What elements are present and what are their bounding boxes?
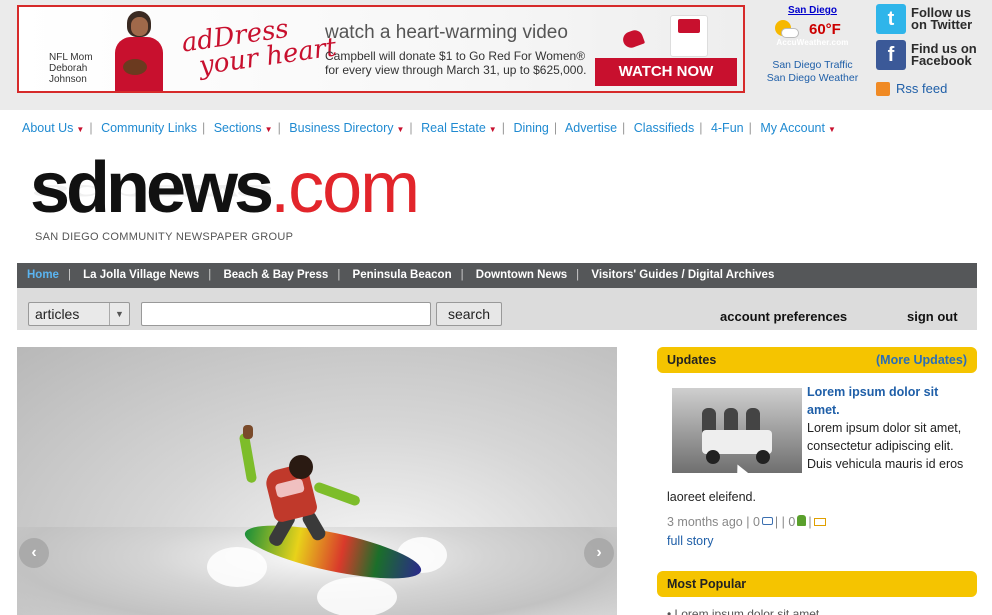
like-count[interactable]: 0: [788, 515, 795, 529]
nav-4-fun[interactable]: 4-Fun: [711, 121, 744, 135]
weather-link[interactable]: San Diego Weather: [765, 72, 860, 85]
updates-title: Updates: [667, 353, 717, 367]
full-story-link[interactable]: full story: [667, 534, 714, 548]
temperature: 60°F: [809, 21, 841, 38]
email-icon[interactable]: [813, 518, 826, 526]
story-thumbnail[interactable]: [672, 388, 802, 473]
nav-community-links[interactable]: Community Links: [101, 121, 197, 135]
nav-sections[interactable]: Sections ▼: [214, 121, 273, 135]
top-nav-links: About Us ▼ | Community Links | Sections ▼ | B…: [22, 121, 836, 135]
cloud-icon: [781, 28, 799, 38]
previous-slide-icon[interactable]: ‹: [19, 538, 49, 568]
sign-out-link[interactable]: sign out: [907, 309, 958, 324]
site-logo[interactable]: sdnews.com: [30, 148, 420, 228]
next-slide-icon[interactable]: ›: [584, 538, 614, 568]
nav-business-directory[interactable]: Business Directory ▼: [289, 121, 404, 135]
ad-headline: watch a heart-warming video: [325, 22, 568, 43]
story-excerpt-tail: laoreet eleifend.: [667, 490, 756, 504]
tab-la-jolla-village-news[interactable]: La Jolla Village News: [83, 269, 199, 281]
rss-icon: [876, 82, 890, 96]
advertisement-banner[interactable]: NFL Mom Deborah Johnson adDress your hea…: [17, 5, 745, 93]
ad-nfl-caption: NFL Mom Deborah Johnson: [49, 52, 93, 85]
nav-classifieds[interactable]: Classifieds: [634, 121, 694, 135]
account-preferences-link[interactable]: account preferences: [720, 309, 847, 324]
site-tagline: SAN DIEGO COMMUNITY NEWSPAPER GROUP: [35, 231, 294, 243]
story-time: 3 months ago: [667, 515, 743, 529]
weather-widget[interactable]: San Diego 60°F AccuWeather.com San Diego…: [765, 5, 860, 85]
watch-now-button[interactable]: WATCH NOW: [595, 58, 737, 86]
dropdown-arrow-icon: ▼: [827, 125, 836, 134]
mouse-cursor-icon: [732, 462, 748, 473]
story-title-link[interactable]: Lorem ipsum dolor sit amet.: [807, 383, 972, 419]
search-type-select[interactable]: articles ▼: [28, 302, 130, 326]
social-links: t Follow us on Twitter f Find us on Face…: [876, 4, 988, 100]
go-red-logo: [619, 21, 649, 55]
story-meta: 3 months ago | 0 | | 0 |: [667, 515, 828, 529]
dropdown-arrow-icon: ▼: [264, 125, 273, 134]
more-updates-link[interactable]: (More Updates): [876, 353, 967, 367]
tab-peninsula-beacon[interactable]: Peninsula Beacon: [353, 269, 452, 281]
most-popular-title: Most Popular: [667, 577, 747, 591]
dropdown-arrow-icon: ▼: [488, 125, 497, 134]
dropdown-arrow-icon: ▼: [76, 125, 85, 134]
publication-nav: Home | La Jolla Village News | Beach & Bay…: [17, 263, 977, 288]
chevron-down-icon[interactable]: ▼: [109, 303, 129, 325]
nav-advertise[interactable]: Advertise: [565, 121, 617, 135]
ad-photo: [105, 7, 175, 91]
nav-real-estate[interactable]: Real Estate ▼: [421, 121, 497, 135]
search-button[interactable]: search: [436, 302, 502, 326]
campbell-logo: [670, 15, 708, 57]
rss-link[interactable]: Rss feed: [876, 80, 988, 100]
story-excerpt: Lorem ipsum dolor sit amet, consectetur …: [807, 421, 964, 471]
list-item[interactable]: • Lorem ipsum dolor sit amet: [667, 607, 819, 615]
traffic-link[interactable]: San Diego Traffic: [765, 59, 860, 72]
most-popular-header: Most Popular: [657, 571, 977, 597]
search-bar: articles ▼ search account preferences si…: [17, 288, 977, 330]
ad-script-title: adDress your heart: [179, 13, 339, 82]
dropdown-arrow-icon: ▼: [396, 125, 405, 134]
tab-home[interactable]: Home: [27, 269, 59, 281]
hero-slideshow[interactable]: ‹ ›: [17, 347, 617, 615]
top-banner-area: NFL Mom Deborah Johnson adDress your hea…: [0, 0, 992, 110]
tab-beach-bay-press[interactable]: Beach & Bay Press: [223, 269, 328, 281]
search-input[interactable]: [141, 302, 431, 326]
ad-body: Campbell will donate $1 to Go Red For Wo…: [325, 49, 587, 77]
nav-dining[interactable]: Dining: [513, 121, 548, 135]
nav-about-us[interactable]: About Us ▼: [22, 121, 84, 135]
tab-visitors-guides[interactable]: Visitors' Guides / Digital Archives: [591, 269, 774, 281]
nav-my-account[interactable]: My Account ▼: [760, 121, 836, 135]
weather-city-link[interactable]: San Diego: [765, 5, 860, 16]
comment-count[interactable]: 0: [753, 515, 760, 529]
tab-downtown-news[interactable]: Downtown News: [476, 269, 567, 281]
updates-header: Updates (More Updates): [657, 347, 977, 373]
twitter-link[interactable]: t Follow us on Twitter: [876, 4, 988, 40]
comment-icon[interactable]: [761, 517, 773, 525]
facebook-link[interactable]: f Find us on Facebook: [876, 40, 988, 76]
thumbs-up-icon[interactable]: [797, 515, 807, 526]
facebook-icon: f: [876, 40, 906, 70]
twitter-icon: t: [876, 4, 906, 34]
